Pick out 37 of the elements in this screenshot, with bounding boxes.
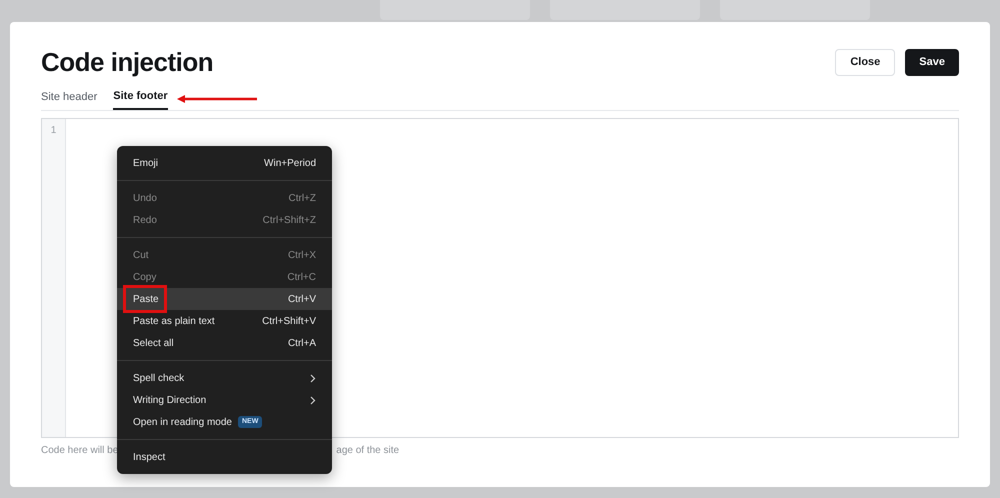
hint-text: age of the site [336, 444, 400, 458]
menu-item-label: Cut [133, 248, 149, 262]
shortcut-label: Ctrl+A [288, 336, 316, 350]
shortcut-label: Ctrl+Z [288, 192, 316, 206]
save-button[interactable]: Save [905, 48, 959, 76]
menu-item-label: Emoji [133, 156, 158, 170]
line-number: 1 [50, 124, 58, 138]
menu-item[interactable]: Spell check [117, 367, 332, 389]
chevron-right-icon [310, 374, 316, 382]
menu-item[interactable]: Paste as plain text Ctrl+Shift+V [117, 310, 332, 332]
tab[interactable]: Site footer [113, 86, 168, 110]
shortcut-label: Win+Period [264, 156, 316, 170]
menu-item[interactable]: Inspect [117, 446, 332, 468]
menu-item-label: Undo [133, 192, 157, 206]
shortcut-label: Ctrl+V [288, 292, 316, 306]
menu-item-label: Paste [133, 292, 159, 306]
highlight-box [123, 285, 167, 313]
menu-item-label: Copy [133, 270, 156, 284]
menu-item-label: Open in reading mode [133, 416, 232, 430]
shortcut-label: Ctrl+Shift+Z [262, 214, 316, 228]
menu-item[interactable]: Paste Ctrl+V [117, 288, 332, 310]
menu-item-label: Paste as plain text [133, 314, 215, 328]
menu-item-label: Spell check [133, 372, 184, 386]
menu-item[interactable]: Writing Direction [117, 389, 332, 411]
dialog-title: Code injection [41, 46, 214, 78]
shortcut-label: Ctrl+C [287, 270, 316, 284]
shortcut-label: Ctrl+Shift+V [262, 314, 316, 328]
menu-item[interactable]: Select all Ctrl+A [117, 332, 332, 354]
shortcut-label: Ctrl+X [288, 248, 316, 262]
chevron-right-icon [310, 396, 316, 404]
menu-item-label: Select all [133, 336, 174, 350]
menu-item-label: Inspect [133, 450, 166, 464]
tab[interactable]: Site header [41, 86, 98, 110]
menu-item-label: Redo [133, 214, 157, 228]
menu-item-label: Writing Direction [133, 394, 206, 408]
menu-item[interactable]: Emoji Win+Period [117, 152, 332, 174]
close-button[interactable]: Close [835, 48, 896, 76]
